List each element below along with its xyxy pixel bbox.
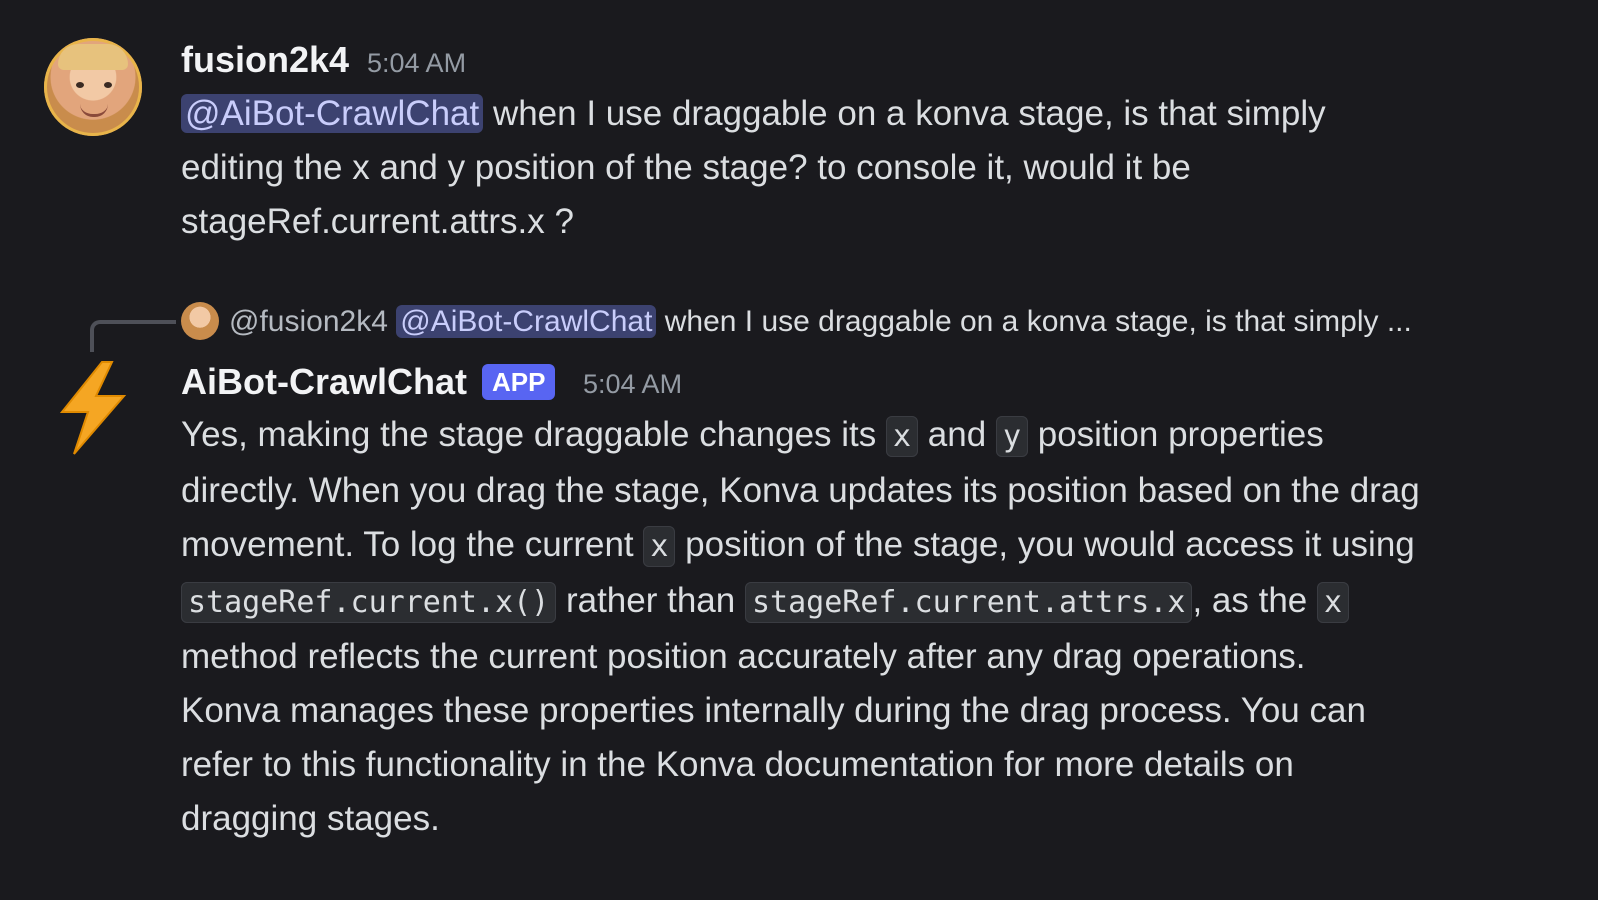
bot-username[interactable]: AiBot-CrawlChat [181,362,467,402]
message-text: position properties [1028,415,1324,454]
avatar-eye-left [76,82,84,88]
message-body: @AiBot-CrawlChat when I use draggable on… [181,87,1571,249]
message-line: stageRef.current.x() rather than stageRe… [181,574,1571,630]
inline-code: x [643,526,676,567]
inline-code: x [886,416,919,457]
inline-code: x [1316,582,1350,623]
message-line: directly. When you drag the stage, Konva… [181,471,1420,510]
message-line: Yes, making the stage draggable changes … [181,408,1571,464]
message-text: , as the [1192,581,1317,620]
message-text: position of the stage, you would access … [675,525,1415,564]
mention[interactable]: @AiBot-CrawlChat [181,94,484,133]
message-line: @AiBot-CrawlChat when I use draggable on… [181,87,1571,141]
message-line: dragging stages. [181,799,440,838]
reply-connector-icon [90,320,176,352]
message-text: and [918,415,996,454]
message-text: when I use draggable on a konva stage, i… [483,94,1326,133]
avatar[interactable] [44,38,142,136]
reply-mention[interactable]: @AiBot-CrawlChat [396,305,657,338]
reply-preview[interactable]: @fusion2k4 @AiBot-CrawlChat when I use d… [229,300,1412,344]
lightning-bolt-icon[interactable] [52,360,132,456]
app-badge: APP [482,364,556,400]
reply-text[interactable]: when I use draggable on a konva stage, i… [656,305,1412,338]
message-line: editing the x and y position of the stag… [181,148,1191,187]
message-text: rather than [556,581,745,620]
inline-code: y [995,416,1028,457]
avatar-eye-right [104,82,112,88]
avatar-mouth [80,104,108,117]
username[interactable]: fusion2k4 [181,40,349,80]
message-line: stageRef.current.attrs.x ? [181,202,574,241]
chat-window: fusion2k4 5:04 AM @AiBot-CrawlChat when … [0,0,1598,900]
message-line: method reflects the current position acc… [181,637,1306,676]
avatar-hair [58,44,128,70]
reply-avatar[interactable] [181,302,219,340]
inline-code: stageRef.current.x() [181,582,557,623]
timestamp[interactable]: 5:04 AM [583,364,682,404]
bot-message-body: Yes, making the stage draggable changes … [181,408,1571,846]
timestamp[interactable]: 5:04 AM [367,43,466,83]
message-text: movement. To log the current [181,525,644,564]
reply-username[interactable]: @fusion2k4 [229,305,388,338]
message-line: refer to this functionality in the Konva… [181,745,1294,784]
message-text: Yes, making the stage draggable changes … [181,415,887,454]
message-line: Konva manages these properties internall… [181,691,1366,730]
message-line: movement. To log the current x position … [181,518,1571,574]
inline-code: stageRef.current.attrs.x [744,582,1193,623]
